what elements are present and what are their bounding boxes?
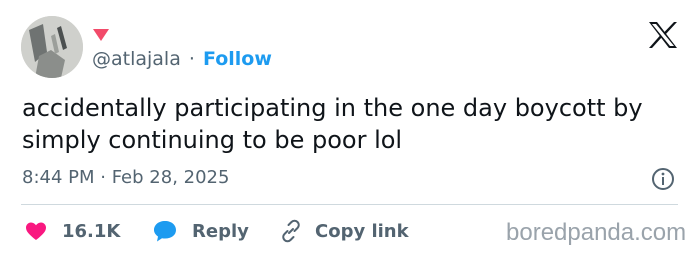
- tweet-text: accidentally participating in the one da…: [22, 94, 643, 154]
- link-icon: [282, 219, 300, 243]
- tweet-timestamp[interactable]: 8:44 PM · Feb 28, 2025: [22, 166, 229, 190]
- avatar-image: [21, 16, 83, 78]
- copy-link-button[interactable]: Copy link: [278, 217, 409, 245]
- heart-icon: [26, 222, 46, 240]
- like-count: 16.1K: [62, 220, 121, 242]
- follow-button[interactable]: Follow: [203, 48, 272, 70]
- copy-link-label: Copy link: [315, 220, 409, 242]
- separator-dot: ·: [188, 48, 195, 70]
- info-icon[interactable]: [651, 167, 675, 191]
- watermark: boredpanda.com: [506, 219, 687, 246]
- author-row: @atlajala · Follow: [92, 47, 272, 71]
- reply-button[interactable]: Reply: [152, 217, 249, 245]
- author-handle[interactable]: @atlajala: [92, 48, 181, 70]
- divider: [21, 204, 678, 205]
- reply-bubble-icon: [154, 221, 176, 242]
- pink-triangle-icon: [93, 29, 109, 41]
- like-button[interactable]: 16.1K: [24, 217, 120, 245]
- x-logo-icon[interactable]: [648, 21, 678, 49]
- avatar[interactable]: [21, 16, 83, 78]
- reply-label: Reply: [192, 220, 249, 242]
